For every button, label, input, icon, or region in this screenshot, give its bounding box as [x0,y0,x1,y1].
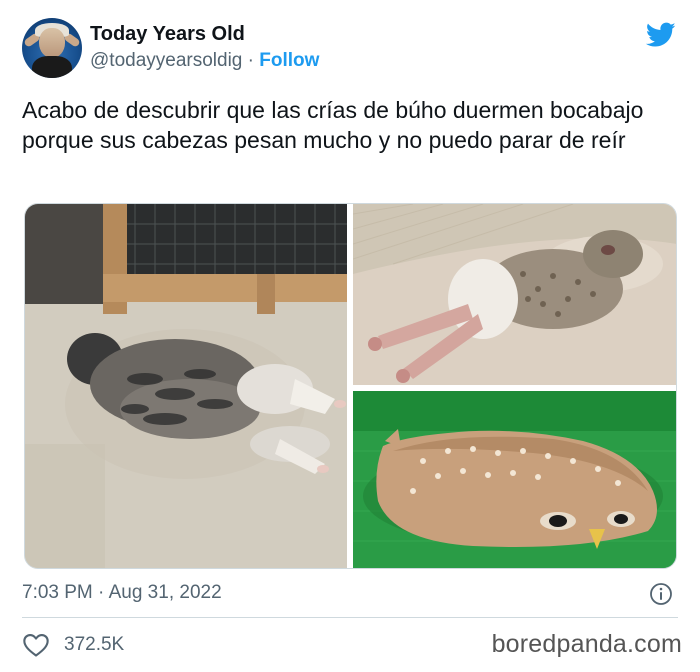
divider [22,617,678,618]
follow-button[interactable]: Follow [259,50,319,71]
heart-icon[interactable] [22,632,50,658]
like-count[interactable]: 372.5K [64,632,124,658]
watermark: boredpanda.com [491,630,682,658]
photo-owl-on-turf[interactable] [353,391,676,568]
handle-row: @todayyearsoldig · Follow [90,48,319,74]
tweet-header: Today Years Old @todayyearsoldig · Follo… [22,16,682,80]
photo-chick-on-blanket[interactable] [353,204,676,385]
media-grid [24,203,677,569]
display-name[interactable]: Today Years Old [90,22,319,46]
author-block: Today Years Old @todayyearsoldig · Follo… [90,22,319,74]
photo-owl-on-sand[interactable] [25,204,347,568]
separator: · [247,50,254,71]
twitter-bird-icon[interactable] [646,22,676,48]
owl-on-sand-illustration [25,204,347,568]
chick-on-blanket-illustration [353,204,676,385]
avatar[interactable] [22,18,82,78]
owl-on-turf-illustration [353,391,676,568]
timestamp[interactable]: 7:03 PM · Aug 31, 2022 [22,580,222,606]
info-icon[interactable] [649,582,673,606]
tweet-text: Acabo de descubrir que las crías de búho… [22,97,644,153]
handle[interactable]: @todayyearsoldig [90,50,242,71]
